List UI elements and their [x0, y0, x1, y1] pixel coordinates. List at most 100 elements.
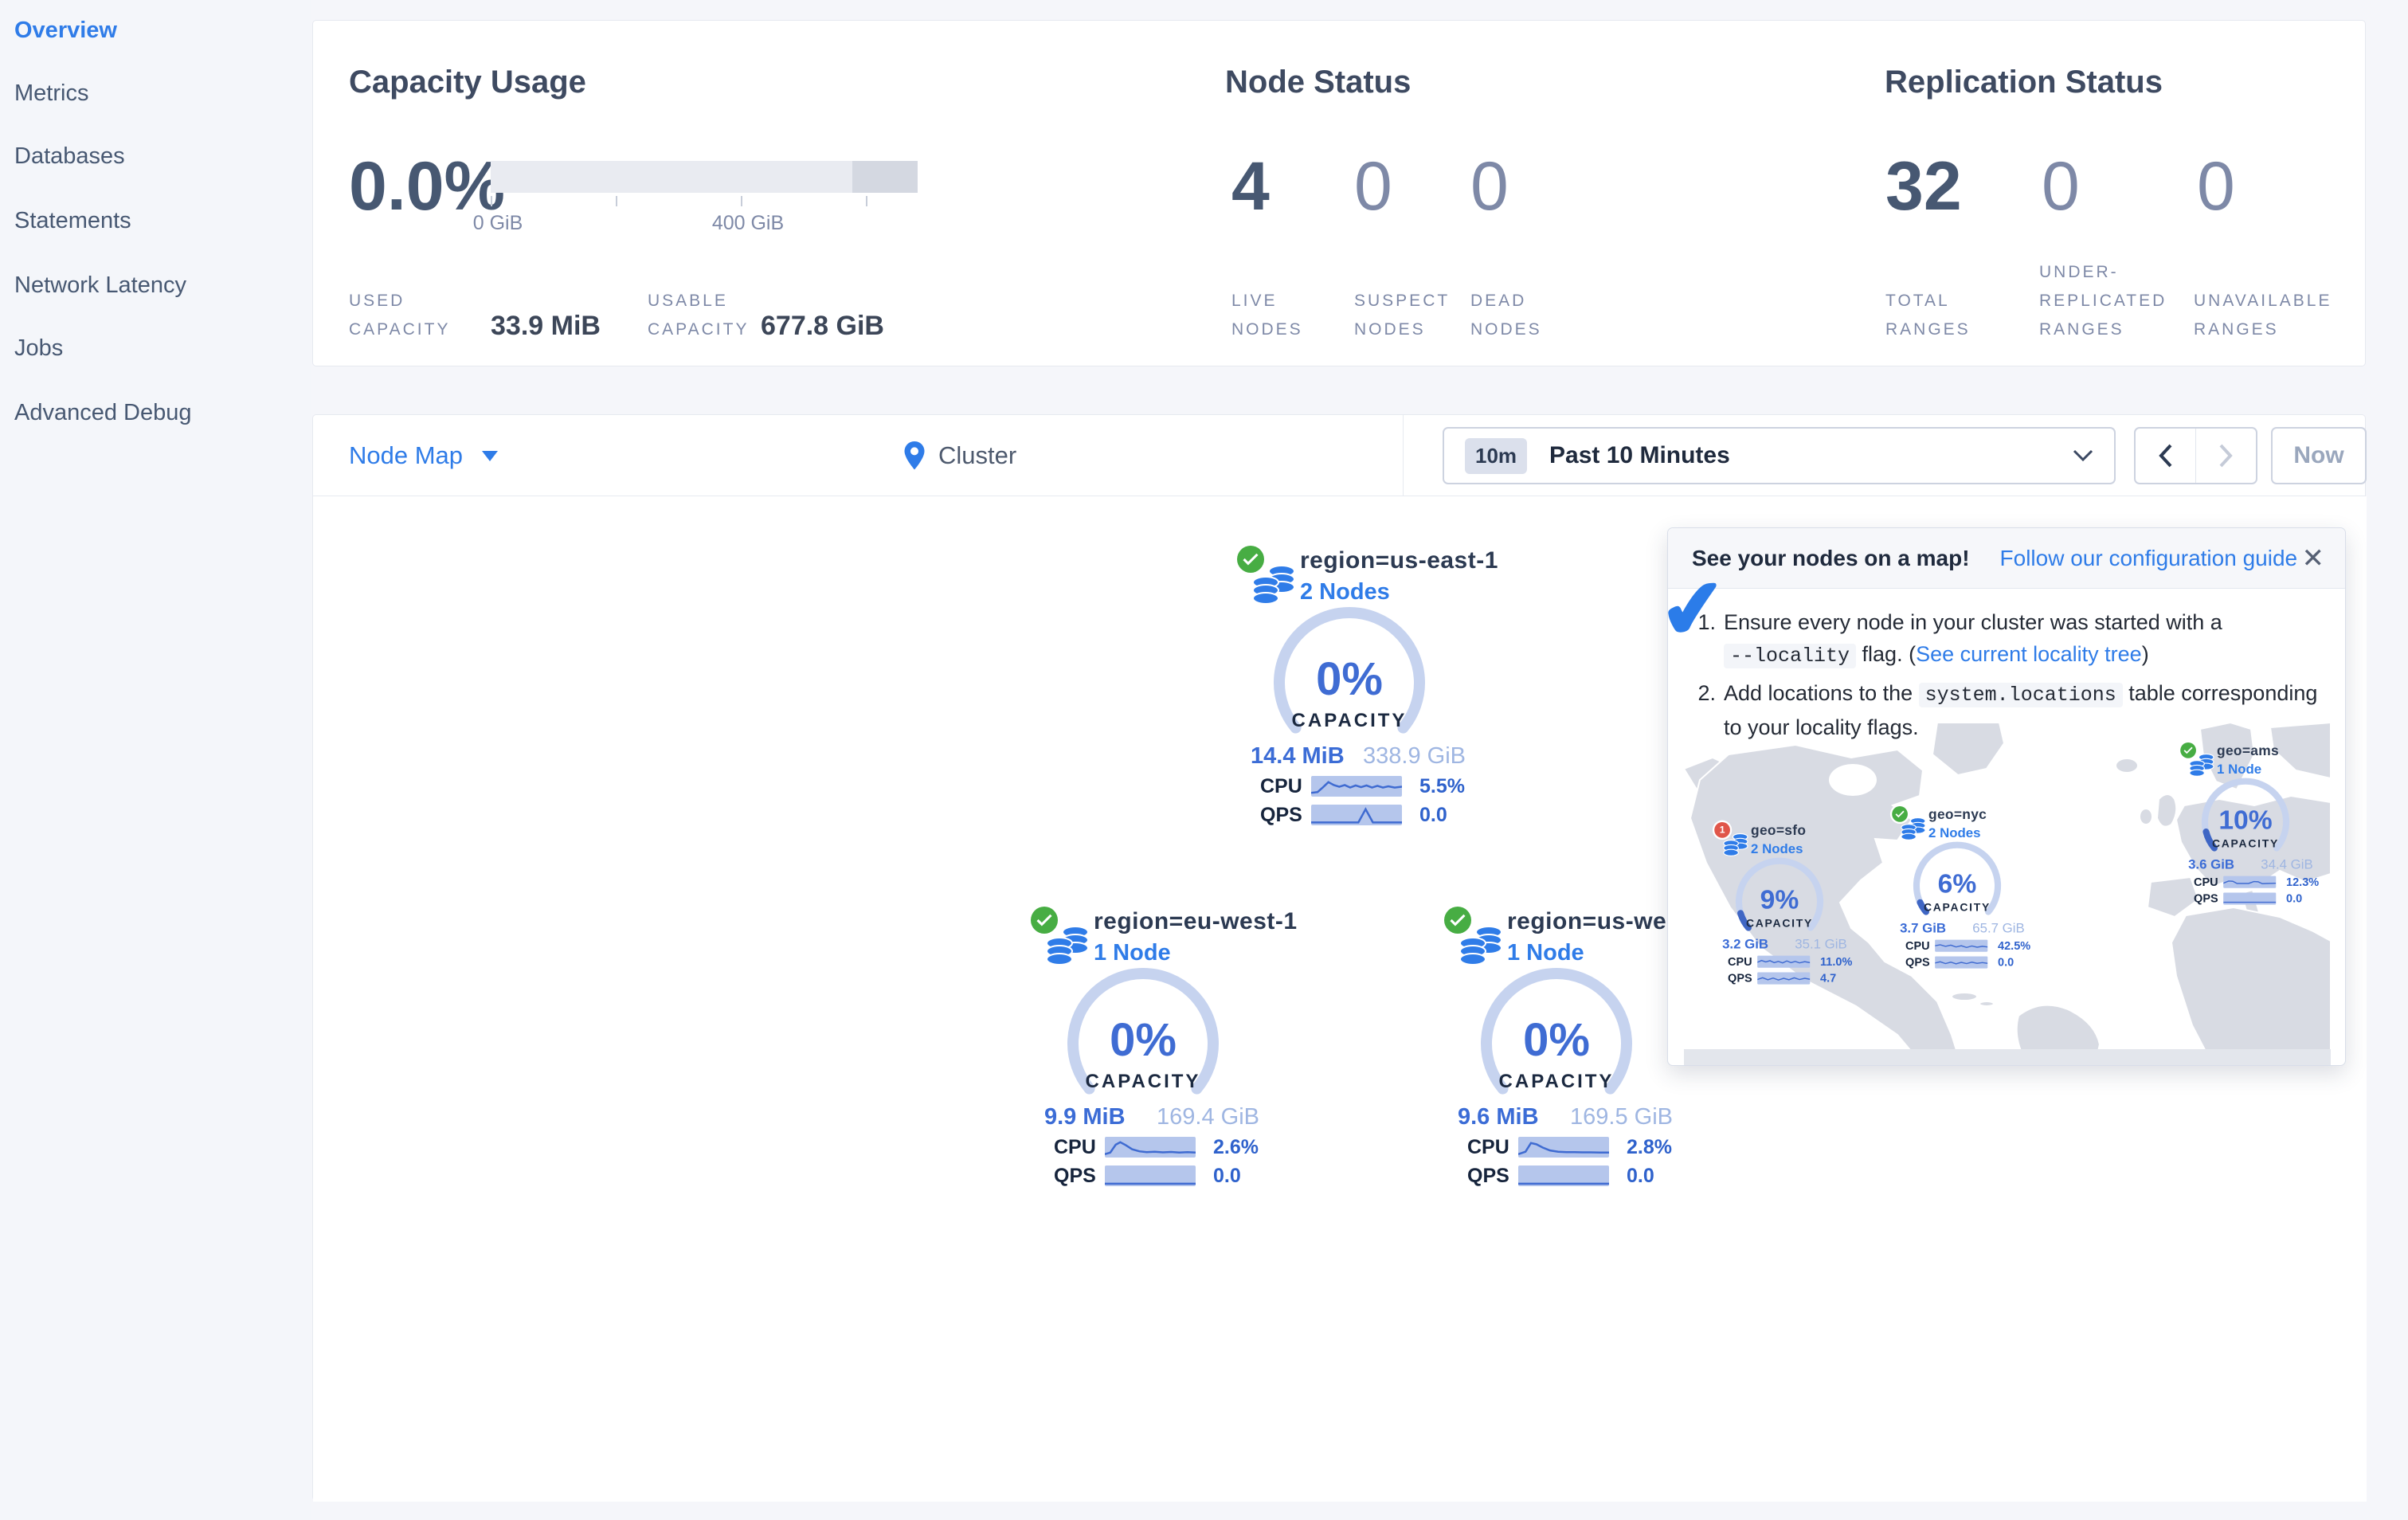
- popup-title: See your nodes on a map!: [1692, 545, 1970, 570]
- qps-row: QPS 0.0: [1467, 1165, 1654, 1187]
- node-map-toolbar: Node Map Cluster 10m Past 10 Minutes Now: [313, 415, 2367, 496]
- sidebar-item-advanced-debug[interactable]: Advanced Debug: [14, 398, 192, 427]
- region-nodes-link[interactable]: 1 Node: [1507, 940, 1584, 966]
- region-block-us-east-1: region=us-east-1 2 Nodes 0% CAPACITY 14.…: [1230, 546, 1498, 831]
- database-nodes-icon: [1722, 832, 1749, 859]
- region-name: geo=sfo: [1751, 823, 1807, 839]
- qps-label: QPS: [1467, 1164, 1509, 1187]
- qps-value: 0.0: [1213, 1164, 1241, 1187]
- region-nodes-link[interactable]: 1 Node: [2217, 762, 2261, 777]
- time-range-select[interactable]: 10m Past 10 Minutes: [1443, 427, 2116, 484]
- capacity-total: 65.7 GiB: [1972, 920, 2025, 936]
- sidebar-item-statements[interactable]: Statements: [14, 206, 131, 235]
- now-button[interactable]: Now: [2271, 427, 2367, 484]
- database-nodes-icon: [2188, 752, 2215, 779]
- chevron-left-icon: [2159, 444, 2172, 468]
- unavailable-ranges-value: 0: [2197, 148, 2235, 225]
- time-back-button[interactable]: [2136, 429, 2196, 483]
- step-text: Ensure every node in your cluster was st…: [1724, 606, 2321, 672]
- replication-status-title: Replication Status: [1885, 65, 2163, 100]
- sidebar-item-overview[interactable]: Overview: [14, 16, 117, 45]
- capacity-total: 169.4 GiB: [1157, 1104, 1259, 1130]
- capacity-axis-tick: [741, 196, 742, 206]
- node-status-title: Node Status: [1225, 65, 1412, 100]
- cpu-row: CPU 5.5%: [1260, 775, 1465, 797]
- region-nodes-link[interactable]: 2 Nodes: [1928, 825, 1980, 840]
- suspect-nodes-label: SUSPECT NODES: [1354, 292, 1450, 339]
- qps-sparkline: [1757, 972, 1811, 985]
- capacity-gauge-label: CAPACITY: [1745, 917, 1814, 930]
- cpu-sparkline: [1935, 939, 1988, 952]
- capacity-used: 3.2 GiB: [1722, 936, 1769, 952]
- breadcrumb-cluster[interactable]: Cluster: [903, 415, 1016, 496]
- breadcrumb-cluster-label: Cluster: [938, 441, 1017, 469]
- region-nodes-link[interactable]: 2 Nodes: [1300, 579, 1390, 605]
- dead-nodes-value: 0: [1470, 148, 1509, 225]
- locality-tree-link[interactable]: See current locality tree: [1916, 642, 2142, 666]
- cpu-value: 5.5%: [1419, 774, 1465, 797]
- qps-label: QPS: [1054, 1164, 1096, 1187]
- cpu-label: CPU: [1728, 954, 1752, 968]
- database-nodes-icon: [1251, 562, 1297, 608]
- configuration-guide-link[interactable]: Follow our configuration guide: [2000, 546, 2298, 571]
- config-step-1: 1. Ensure every node in your cluster was…: [1692, 606, 2321, 672]
- cpu-value: 11.0%: [1820, 954, 1853, 968]
- cpu-row: CPU 42.5%: [1905, 939, 2030, 952]
- capacity-axis-tick: [866, 196, 867, 206]
- cpu-row: CPU 2.8%: [1467, 1136, 1672, 1158]
- time-range-label: Past 10 Minutes: [1549, 442, 1730, 468]
- view-selector-dropdown[interactable]: Node Map: [349, 415, 499, 496]
- close-icon[interactable]: ✕: [2302, 528, 2325, 589]
- step-number: 1.: [1697, 610, 1716, 634]
- africa-shape: [2170, 906, 2331, 1065]
- time-forward-button[interactable]: [2196, 429, 2256, 483]
- qps-value: 0.0: [2286, 891, 2303, 905]
- used-capacity-label: USED CAPACITY: [349, 292, 451, 339]
- capacity-gauge-percent: 0%: [1523, 1014, 1590, 1066]
- suspect-nodes-value: 0: [1354, 148, 1392, 225]
- unavailable-ranges-label: UNAVAILABLE RANGES: [2194, 292, 2332, 339]
- region-name: geo=ams: [2217, 743, 2279, 759]
- sidebar-item-network-latency[interactable]: Network Latency: [14, 271, 186, 300]
- capacity-bar: [491, 161, 918, 193]
- database-nodes-icon: [1458, 923, 1504, 969]
- sidebar-item-databases[interactable]: Databases: [14, 142, 125, 170]
- cpu-label: CPU: [1905, 938, 1930, 952]
- capacity-gauge-percent: 6%: [1937, 868, 1977, 899]
- under-replicated-ranges-label: UNDER-REPLICATED RANGES: [2039, 263, 2167, 339]
- capacity-usage-title: Capacity Usage: [349, 65, 586, 100]
- qps-value: 0.0: [1998, 955, 2014, 969]
- step-text-part: flag. (: [1856, 642, 1917, 666]
- capacity-axis-label-400: 400 GiB: [711, 212, 785, 234]
- capacity-gauge-label: CAPACITY: [2211, 837, 2280, 851]
- qps-value: 0.0: [1419, 803, 1447, 826]
- total-ranges-value: 32: [1885, 148, 1962, 225]
- qps-row: QPS 0.0: [1054, 1165, 1241, 1187]
- region-nodes-link[interactable]: 2 Nodes: [1751, 841, 1803, 856]
- node-map-card: Node Map Cluster 10m Past 10 Minutes Now…: [312, 414, 2367, 1502]
- sidebar-item-jobs[interactable]: Jobs: [14, 334, 63, 362]
- sidebar-item-metrics[interactable]: Metrics: [14, 79, 88, 108]
- region-block-us-west-1: region=us-west-1 1 Node 0% CAPACITY 9.6 …: [1437, 907, 1710, 1192]
- qps-sparkline: [1311, 805, 1402, 825]
- node-map-config-popup: See your nodes on a map! Follow our conf…: [1655, 527, 2346, 1066]
- capacity-values: 14.4 MiB 338.9 GiB: [1251, 743, 1466, 770]
- capacity-total: 35.1 GiB: [1795, 936, 1847, 952]
- capacity-gauge-label: CAPACITY: [1923, 901, 1991, 915]
- capacity-values: 9.6 MiB 169.5 GiB: [1458, 1104, 1673, 1130]
- under-replicated-ranges-value: 0: [2042, 148, 2080, 225]
- capacity-used: 14.4 MiB: [1251, 743, 1345, 769]
- region-name: geo=nyc: [1928, 807, 1987, 823]
- cpu-label: CPU: [1054, 1135, 1096, 1158]
- qps-row: QPS 0.0: [1905, 956, 2014, 969]
- region-name: region=eu-west-1: [1094, 908, 1298, 934]
- qps-row: QPS 0.0: [1260, 804, 1447, 826]
- capacity-gauge-label: CAPACITY: [1085, 1071, 1201, 1092]
- system-locations-code: system.locations: [1918, 683, 2123, 707]
- cpu-row: CPU 12.3%: [2194, 876, 2319, 888]
- region-nodes-link[interactable]: 1 Node: [1094, 940, 1171, 966]
- cluster-summary-card: Capacity Usage 0.0% 0 GiB 400 GiB USED C…: [312, 20, 2366, 366]
- time-range-badge: 10m: [1465, 437, 1528, 474]
- cpu-sparkline: [1311, 776, 1402, 797]
- cpu-row: CPU 11.0%: [1728, 955, 1852, 968]
